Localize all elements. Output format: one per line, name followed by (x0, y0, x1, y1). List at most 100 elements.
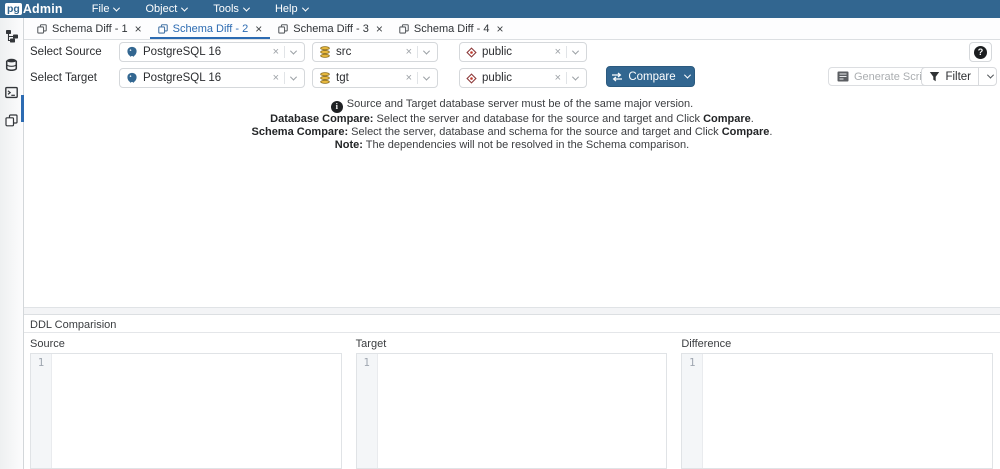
source-schema-select[interactable]: public × (459, 42, 587, 62)
postgresql-server-icon (126, 72, 138, 84)
schema-diff-tab-icon (37, 24, 47, 34)
chevron-down-icon[interactable] (423, 73, 430, 80)
chevron-down-icon[interactable] (684, 72, 691, 79)
ddl-comparison-title: DDL Comparision (24, 315, 1000, 333)
divider (284, 46, 285, 58)
close-icon[interactable]: × (496, 23, 503, 35)
chevron-down-icon[interactable] (423, 47, 430, 54)
source-column-label: Source (30, 338, 342, 350)
generate-script-label: Generate Script (854, 71, 931, 83)
chevron-down-icon (113, 4, 120, 11)
source-ddl-editor[interactable]: 1 (30, 353, 342, 469)
target-column-label: Target (356, 338, 668, 350)
chevron-down-icon[interactable] (290, 73, 297, 80)
clear-icon[interactable]: × (270, 73, 282, 84)
schema-diff-icon[interactable] (0, 106, 23, 134)
source-server-select[interactable]: PostgreSQL 16 × (119, 42, 305, 62)
tab-schema-diff-1[interactable]: Schema Diff - 1 × (29, 18, 150, 39)
ddl-editors: 1 1 1 (24, 353, 1000, 469)
chevron-down-icon[interactable] (572, 73, 579, 80)
help-button[interactable]: ? (969, 42, 992, 62)
psql-tool-icon[interactable] (0, 78, 23, 106)
tabbar: Schema Diff - 1 × Schema Diff - 2 × Sche… (24, 18, 1000, 40)
line-number-gutter: 1 (682, 354, 703, 468)
select-target-label: Select Target (30, 68, 97, 88)
tab-label: Schema Diff - 4 (414, 23, 490, 35)
object-explorer-icon[interactable] (0, 22, 23, 50)
selected-value: PostgreSQL 16 (143, 72, 270, 84)
divider (417, 72, 418, 84)
chevron-down-icon[interactable] (290, 47, 297, 54)
divider (566, 72, 567, 84)
difference-column-label: Difference (681, 338, 993, 350)
line-number-gutter: 1 (357, 354, 378, 468)
menu-tools[interactable]: Tools (200, 3, 262, 15)
info-line-1: iSource and Target database server must … (24, 98, 1000, 113)
chevron-down-icon (243, 4, 250, 11)
filter-main[interactable]: Filter (922, 68, 978, 85)
logo-admin-text: Admin (23, 2, 63, 16)
tab-schema-diff-2[interactable]: Schema Diff - 2 × (150, 18, 271, 39)
clear-icon[interactable]: × (270, 47, 282, 58)
selected-value: src (336, 46, 403, 58)
schema-icon (466, 73, 477, 84)
filter-dropdown[interactable] (978, 68, 996, 85)
schema-diff-tab-icon (158, 24, 168, 34)
database-icon (319, 46, 331, 58)
pgadmin-window: pgAdmin File Object Tools Help (0, 0, 1000, 469)
chevron-down-icon (302, 4, 309, 11)
clear-icon[interactable]: × (403, 73, 415, 84)
funnel-icon (929, 71, 940, 82)
pgadmin-logo: pgAdmin (5, 2, 63, 16)
compare-button[interactable]: Compare (606, 66, 695, 87)
difference-ddl-editor[interactable]: 1 (681, 353, 993, 469)
selected-value: PostgreSQL 16 (143, 46, 270, 58)
target-schema-select[interactable]: public × (459, 68, 587, 88)
selected-value: public (482, 46, 552, 58)
compare-icon (611, 72, 623, 82)
info-line-2: Database Compare: Select the server and … (24, 113, 1000, 126)
target-server-select[interactable]: PostgreSQL 16 × (119, 68, 305, 88)
chevron-down-icon[interactable] (572, 47, 579, 54)
close-icon[interactable]: × (135, 23, 142, 35)
schema-diff-panel: Select Source Select Target PostgreSQL 1… (24, 40, 1000, 308)
question-mark-icon: ? (974, 46, 987, 59)
script-icon (837, 71, 849, 82)
chevron-down-icon (986, 72, 993, 79)
logo-pg-badge: pg (5, 3, 22, 15)
selected-value: tgt (336, 72, 403, 84)
clear-icon[interactable]: × (552, 47, 564, 58)
clear-icon[interactable]: × (403, 47, 415, 58)
schema-icon (466, 47, 477, 58)
clear-icon[interactable]: × (552, 73, 564, 84)
chevron-down-icon (181, 4, 188, 11)
tab-label: Schema Diff - 2 (173, 23, 249, 35)
tab-label: Schema Diff - 3 (293, 23, 369, 35)
menubar: File Object Tools Help (79, 3, 321, 15)
database-icon (319, 72, 331, 84)
target-ddl-editor[interactable]: 1 (356, 353, 668, 469)
tab-schema-diff-4[interactable]: Schema Diff - 4 × (391, 18, 512, 39)
ddl-comparison-section: DDL Comparision Source Target Difference… (24, 314, 1000, 469)
menu-object[interactable]: Object (132, 3, 200, 15)
menu-help[interactable]: Help (262, 3, 321, 15)
info-icon: i (331, 101, 343, 113)
selected-value: public (482, 72, 552, 84)
menu-file[interactable]: File (79, 3, 133, 15)
close-icon[interactable]: × (376, 23, 383, 35)
compare-instructions: iSource and Target database server must … (24, 98, 1000, 152)
target-database-select[interactable]: tgt × (312, 68, 438, 88)
main-content: Schema Diff - 1 × Schema Diff - 2 × Sche… (24, 18, 1000, 469)
tab-schema-diff-3[interactable]: Schema Diff - 3 × (270, 18, 391, 39)
divider (284, 72, 285, 84)
tab-label: Schema Diff - 1 (52, 23, 128, 35)
ddl-column-headers: Source Target Difference (24, 333, 1000, 353)
workspace-sidebar (0, 18, 24, 469)
query-tool-icon[interactable] (0, 50, 23, 78)
info-line-4: Note: The dependencies will not be resol… (24, 139, 1000, 152)
close-icon[interactable]: × (255, 23, 262, 35)
filter-button[interactable]: Filter (921, 67, 997, 86)
source-database-select[interactable]: src × (312, 42, 438, 62)
app-header: pgAdmin File Object Tools Help (0, 0, 1000, 18)
line-number-gutter: 1 (31, 354, 52, 468)
